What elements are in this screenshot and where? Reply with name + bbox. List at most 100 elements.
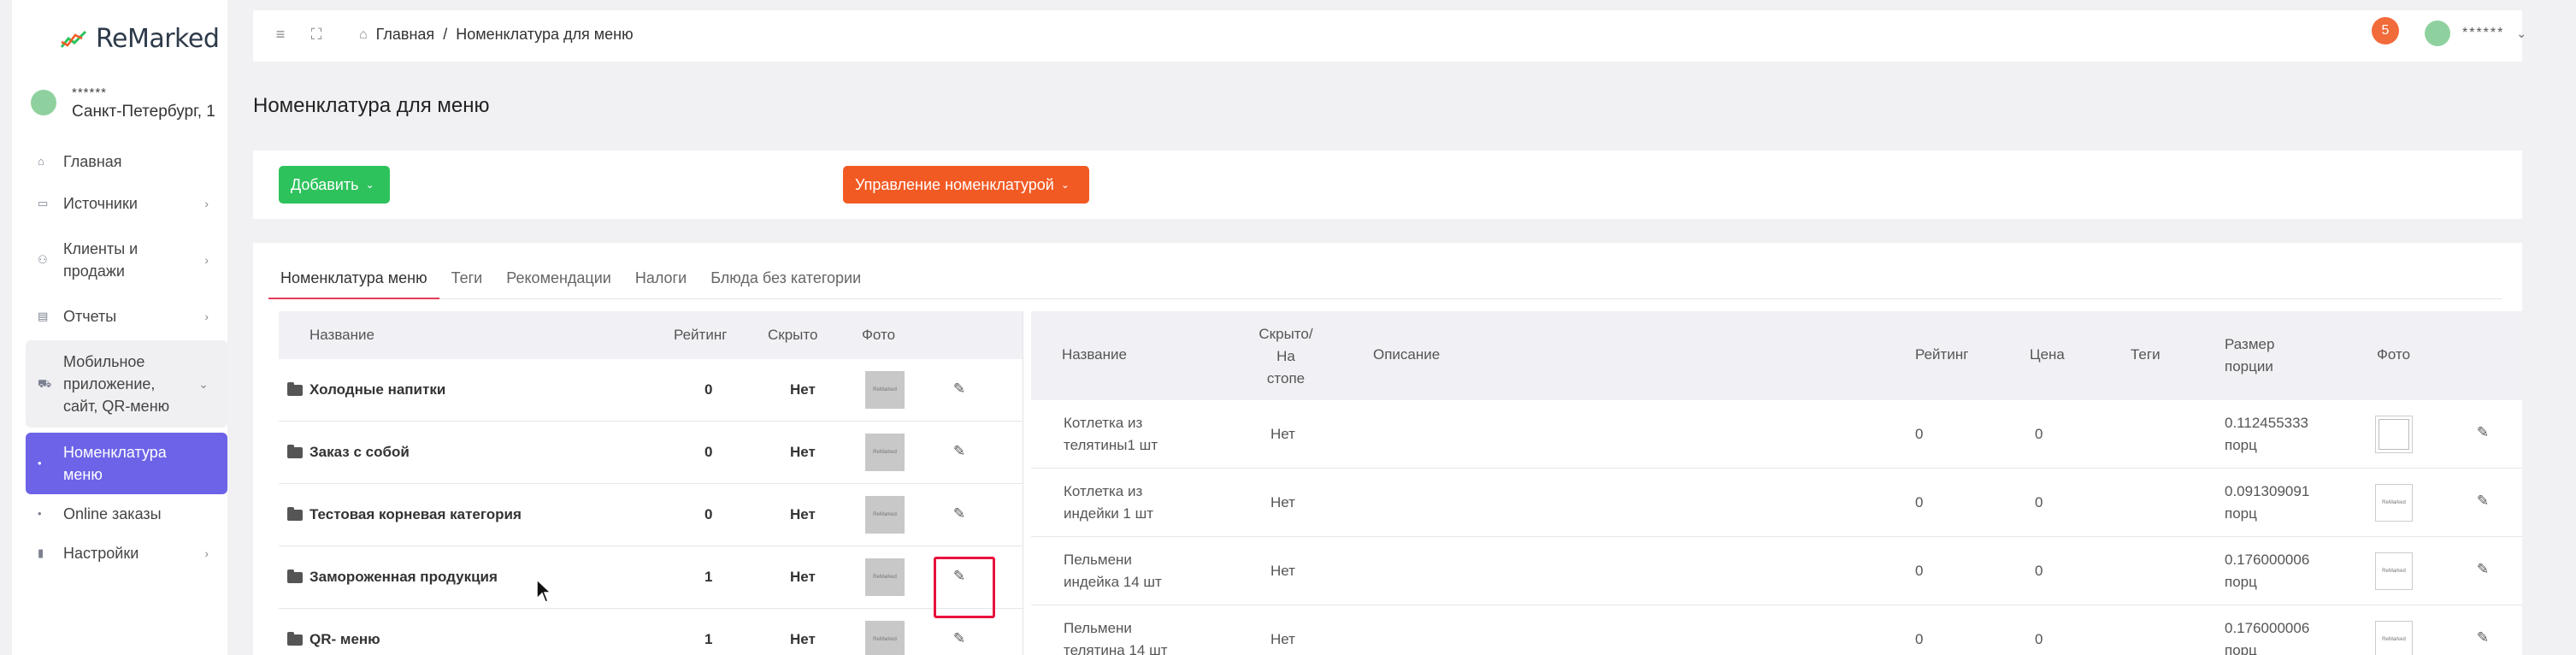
breadcrumb-current: Номенклатура для меню (456, 26, 634, 43)
item-portion-line: порц (2225, 574, 2257, 590)
category-hidden: Нет (790, 631, 816, 647)
table-row[interactable]: Пельмени индейка 14 шт Нет 0 0 0.17600000… (1031, 537, 2522, 605)
chevron-down-icon: ⌄ (198, 376, 209, 391)
category-hidden: Нет (790, 444, 816, 460)
column-header-photo: Фото (862, 327, 896, 343)
edit-icon[interactable]: ✎ (2474, 424, 2491, 441)
user-menu[interactable]: ****** ⌄ (2425, 21, 2526, 46)
item-photo: ReMarked (2375, 484, 2413, 522)
edit-icon[interactable]: ✎ (951, 568, 968, 585)
sidebar-item-settings[interactable]: ▮ Настройки › (26, 534, 227, 573)
home-icon[interactable]: ⌂ (359, 27, 368, 43)
edit-icon[interactable]: ✎ (951, 381, 968, 398)
item-portion: 0.091309091 порц (2225, 481, 2309, 525)
table-row[interactable]: Заказ с собой 0 Нет ReMarked ✎ (279, 422, 1023, 484)
logo-chart-icon (60, 30, 87, 48)
category-name: Замороженная продукция (309, 569, 498, 585)
sidebar-item-reports[interactable]: ▤ Отчеты › (26, 292, 227, 340)
edit-icon[interactable]: ✎ (2474, 561, 2491, 578)
column-header-rating[interactable]: Рейтинг (1915, 344, 1968, 366)
menu-icon[interactable]: ≡ (270, 26, 291, 44)
item-name: Котлетка из индейки 1 шт (1064, 481, 1153, 525)
item-name: Пельмени телятина 14 шт (1064, 617, 1168, 655)
sidebar-item-mobile-app[interactable]: ⛟ Мобильное приложение, сайт, QR-меню ⌄ (26, 340, 227, 428)
item-name-line: телятина 14 шт (1064, 642, 1168, 655)
user-name: ****** (2462, 26, 2505, 40)
categories-table: Название Рейтинг Скрыто Фото Холодные на… (279, 311, 1023, 655)
item-photo (2375, 416, 2413, 453)
category-rating: 1 (704, 631, 713, 647)
table-row[interactable]: Котлетка из телятины1 шт Нет 0 0 0.112455… (1031, 400, 2522, 469)
category-rating: 0 (704, 444, 713, 460)
column-header-hidden[interactable]: Скрыто (768, 327, 817, 344)
fullscreen-icon[interactable]: ⛶ (306, 26, 327, 44)
item-price: 0 (2035, 563, 2043, 579)
notification-badge[interactable]: 5 (2372, 17, 2399, 44)
tab-tags[interactable]: Теги (439, 265, 495, 299)
item-portion-line: 0.112455333 (2225, 415, 2309, 431)
item-portion-line: порц (2225, 642, 2257, 655)
item-price: 0 (2035, 631, 2043, 647)
thumb-logo: ReMarked (2382, 637, 2406, 642)
topbar: ≡ ⛶ ⌂ Главная / Номенклатура для меню 5 … (253, 10, 2526, 62)
column-header-price[interactable]: Цена (2030, 344, 2065, 366)
folder-icon (287, 631, 303, 646)
page-title: Номенклатура для меню (253, 94, 490, 117)
table-header: Название Рейтинг Скрыто Фото (279, 311, 1023, 359)
sidebar-item-online-orders[interactable]: • Online заказы (26, 494, 227, 534)
table-row[interactable]: Тестовая корневая категория 0 Нет ReMark… (279, 484, 1023, 546)
edit-icon[interactable]: ✎ (951, 443, 968, 460)
column-header-photo: Фото (2377, 346, 2411, 363)
edit-icon[interactable]: ✎ (2474, 629, 2491, 646)
column-header-rating[interactable]: Рейтинг (674, 327, 727, 344)
thumb-logo: ReMarked (2382, 500, 2406, 505)
chevron-down-icon: ⌄ (365, 179, 374, 191)
sidebar-user[interactable]: ****** Санкт-Петербург, 1 (31, 84, 215, 121)
item-rating: 0 (1915, 563, 1924, 579)
sidebar-nav: ⌂ Главная ▭ Источники › ⚇ Клиенты и прод… (26, 144, 227, 573)
column-header-name[interactable]: Название (309, 327, 374, 344)
item-name-line: Пельмени (1064, 620, 1132, 636)
users-icon: ⚇ (38, 253, 48, 266)
category-name: Холодные напитки (309, 381, 446, 398)
sidebar-item-clients[interactable]: ⚇ Клиенты и продажи › (26, 227, 227, 292)
breadcrumb-home[interactable]: Главная (376, 26, 435, 44)
item-portion: 0.176000006 порц (2225, 617, 2309, 655)
breadcrumb: ⌂ Главная / Номенклатура для меню (359, 26, 634, 44)
edit-icon[interactable]: ✎ (951, 505, 968, 522)
sidebar-item-menu-nomenclature[interactable]: • Номенклатура меню (26, 433, 227, 494)
table-row[interactable]: Холодные напитки 0 Нет ReMarked ✎ (279, 359, 1023, 422)
category-rating: 0 (704, 506, 713, 522)
table-row[interactable]: Пельмени телятина 14 шт Нет 0 0 0.1760000… (1031, 605, 2522, 655)
table-row[interactable]: QR- меню 1 Нет ReMarked ✎ (279, 609, 1023, 655)
column-header-portion[interactable]: Размер порции (2225, 333, 2274, 378)
home-icon: ⌂ (38, 155, 44, 168)
column-header-name[interactable]: Название (1062, 344, 1127, 366)
folder-icon (287, 444, 303, 458)
tab-taxes[interactable]: Налоги (623, 265, 699, 299)
folder-icon (287, 381, 303, 396)
tab-recommendations[interactable]: Рекомендации (494, 265, 623, 299)
item-portion-line: 0.176000006 (2225, 552, 2310, 568)
column-header-hidden[interactable]: Скрыто/ На стопе (1250, 323, 1322, 390)
sidebar-item-sources[interactable]: ▭ Источники › (26, 180, 227, 227)
action-bar: Добавить ⌄ Управление номенклатурой ⌄ (253, 150, 2522, 219)
logo[interactable]: ReMarked (60, 24, 220, 54)
header-line: На (1276, 348, 1295, 364)
main-card: Номенклатура меню Теги Рекомендации Нало… (253, 243, 2522, 655)
category-name: Тестовая корневая категория (309, 506, 522, 522)
table-row[interactable]: Замороженная продукция 1 Нет ReMarked ✎ (279, 546, 1023, 618)
add-button[interactable]: Добавить ⌄ (279, 166, 390, 204)
item-hidden: Нет (1270, 563, 1295, 579)
header-line: Скрыто/ (1259, 326, 1313, 342)
folder-icon (287, 569, 303, 583)
table-row[interactable]: Котлетка из индейки 1 шт Нет 0 0 0.091309… (1031, 469, 2522, 537)
tab-uncategorized[interactable]: Блюда без категории (699, 265, 873, 299)
edit-icon[interactable]: ✎ (951, 630, 968, 647)
category-hidden: Нет (790, 381, 816, 398)
sidebar-item-home[interactable]: ⌂ Главная (26, 144, 227, 180)
manage-nomenclature-button[interactable]: Управление номенклатурой ⌄ (843, 166, 1089, 204)
edit-icon[interactable]: ✎ (2474, 493, 2491, 510)
sidebar-item-label: Источники (63, 195, 138, 212)
tab-menu-nomenclature[interactable]: Номенклатура меню (268, 265, 439, 299)
